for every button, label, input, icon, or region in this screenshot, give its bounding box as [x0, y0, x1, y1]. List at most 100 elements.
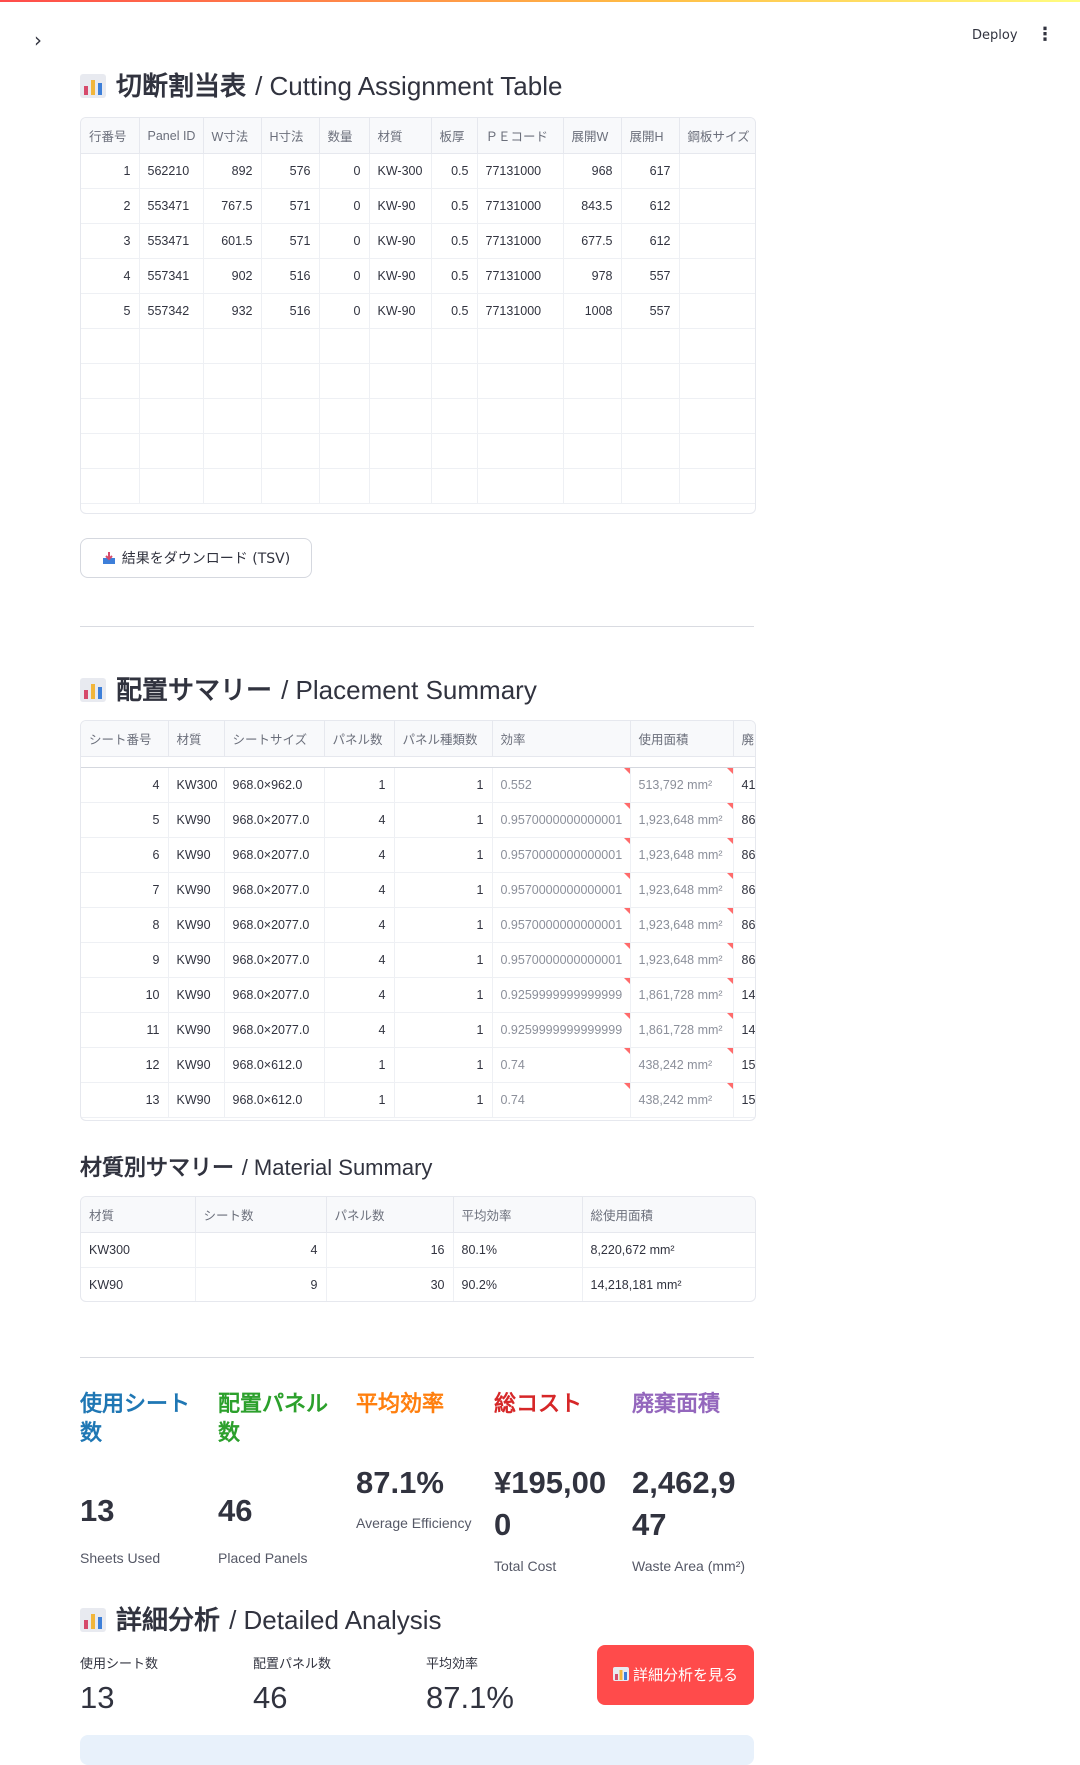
column-header[interactable]: パネル種類数 — [394, 721, 493, 757]
table-cell[interactable]: 0.9259999999999999 — [492, 1012, 631, 1048]
table-cell[interactable] — [431, 433, 478, 469]
table-cell[interactable]: 1,923,648 mm² — [630, 942, 734, 978]
table-cell[interactable]: 86 — [733, 872, 755, 908]
table-cell[interactable] — [261, 433, 320, 469]
table-cell[interactable]: 438,242 mm² — [630, 1082, 734, 1118]
table-cell[interactable] — [679, 433, 755, 469]
table-cell[interactable]: 5 — [81, 293, 140, 329]
table-cell[interactable] — [369, 363, 432, 399]
table-row[interactable]: 6 KW90 968.0×2077.0 4 1 0.9570000000000001 1,9… — [81, 837, 755, 873]
column-header[interactable]: H寸法 — [261, 118, 320, 154]
table-cell[interactable] — [369, 468, 432, 504]
table-cell[interactable]: 4 — [324, 942, 395, 978]
table-cell[interactable] — [261, 363, 320, 399]
table-row[interactable]: 7 KW90 968.0×2077.0 4 1 0.9570000000000001 1,9… — [81, 872, 755, 908]
table-cell[interactable]: 30 — [326, 1267, 454, 1301]
table-cell[interactable]: 571 — [261, 223, 320, 259]
table-cell[interactable] — [139, 433, 204, 469]
table-row[interactable]: 1 562210 892 576 0 KW-300 0.5 77131000 968 617 — [81, 153, 755, 189]
table-cell[interactable]: 968.0×2077.0 — [224, 802, 325, 838]
table-cell[interactable] — [431, 398, 478, 434]
table-cell[interactable] — [431, 468, 478, 504]
table-cell[interactable]: 1 — [394, 837, 493, 873]
table-cell[interactable] — [81, 433, 140, 469]
column-header[interactable]: 平均効率 — [453, 1197, 583, 1233]
table-cell[interactable]: KW90 — [168, 802, 225, 838]
table-cell[interactable]: 1 — [394, 872, 493, 908]
table-cell[interactable]: KW-90 — [369, 188, 432, 224]
deploy-button[interactable]: Deploy — [972, 28, 1018, 43]
table-cell[interactable] — [81, 328, 140, 364]
table-row[interactable]: 9 KW90 968.0×2077.0 4 1 0.9570000000000001 1,9… — [81, 942, 755, 978]
table-cell[interactable]: 1 — [394, 1047, 493, 1083]
table-cell[interactable]: KW-90 — [369, 293, 432, 329]
table-cell[interactable]: 1 — [324, 1082, 395, 1118]
table-cell[interactable]: KW-90 — [369, 258, 432, 294]
table-row[interactable]: 5 557342 932 516 0 KW-90 0.5 77131000 1008 557 — [81, 293, 755, 329]
table-row[interactable]: 11 KW90 968.0×2077.0 4 1 0.9259999999999999 1,… — [81, 1012, 755, 1048]
table-cell[interactable] — [81, 468, 140, 504]
table-cell[interactable]: 8 — [81, 907, 169, 943]
table-cell[interactable]: 968.0×962.0 — [224, 767, 325, 803]
column-header[interactable]: 行番号 — [81, 118, 140, 154]
table-cell[interactable] — [369, 433, 432, 469]
table-cell[interactable]: 557341 — [139, 258, 204, 294]
table-cell[interactable] — [203, 398, 262, 434]
cutting-table[interactable]: 行番号 Panel ID W寸法 H寸法 数量 材質 板厚 ＰＥコード 展開W 展開H 鋼板サイズ … — [80, 117, 756, 514]
table-cell[interactable]: 557 — [621, 293, 680, 329]
column-header[interactable]: シート数 — [195, 1197, 327, 1233]
table-cell[interactable] — [261, 328, 320, 364]
column-header[interactable]: 鋼板サイズ — [679, 118, 755, 154]
table-cell[interactable]: KW90 — [168, 942, 225, 978]
table-cell[interactable]: 9 — [81, 942, 169, 978]
table-cell[interactable]: 0.5 — [431, 188, 478, 224]
table-cell[interactable]: 0.9570000000000001 — [492, 907, 631, 943]
table-cell[interactable]: 6 — [81, 837, 169, 873]
table-cell[interactable] — [369, 398, 432, 434]
table-cell[interactable]: 1 — [81, 153, 140, 189]
column-header[interactable]: 展開H — [621, 118, 680, 154]
table-cell[interactable] — [139, 328, 204, 364]
table-cell[interactable]: 77131000 — [477, 188, 564, 224]
table-cell[interactable]: 4 — [324, 802, 395, 838]
table-cell[interactable] — [261, 468, 320, 504]
table-cell[interactable]: 1,923,648 mm² — [630, 802, 734, 838]
table-cell[interactable]: KW90 — [168, 1047, 225, 1083]
table-cell[interactable]: 612 — [621, 223, 680, 259]
table-cell[interactable] — [621, 328, 680, 364]
table-cell[interactable]: 438,242 mm² — [630, 1047, 734, 1083]
table-cell[interactable] — [621, 468, 680, 504]
column-header[interactable]: シート番号 — [81, 721, 169, 757]
table-row[interactable]: KW90 9 30 90.2% 14,218,181 mm² — [81, 1267, 755, 1301]
table-cell[interactable]: 77131000 — [477, 258, 564, 294]
table-cell[interactable]: 0.74 — [492, 1082, 631, 1118]
table-cell[interactable]: 2 — [81, 188, 140, 224]
table-cell[interactable]: 77131000 — [477, 223, 564, 259]
table-cell[interactable]: 14 — [733, 1012, 755, 1048]
table-cell[interactable] — [81, 363, 140, 399]
table-cell[interactable]: 557342 — [139, 293, 204, 329]
table-cell[interactable]: 1008 — [563, 293, 622, 329]
table-cell[interactable]: 571 — [261, 188, 320, 224]
empty-row[interactable] — [81, 468, 755, 504]
table-cell[interactable]: 968 — [563, 153, 622, 189]
table-cell[interactable] — [477, 433, 564, 469]
table-cell[interactable]: 0 — [319, 223, 370, 259]
table-cell[interactable] — [621, 433, 680, 469]
table-cell[interactable] — [679, 223, 755, 259]
detailed-analysis-button[interactable]: 詳細分析を見る — [597, 1645, 754, 1705]
table-cell[interactable]: 1 — [394, 767, 493, 803]
table-cell[interactable]: 1 — [394, 1012, 493, 1048]
table-cell[interactable]: 3 — [81, 223, 140, 259]
table-cell[interactable]: 553471 — [139, 223, 204, 259]
column-header[interactable]: 使用面積 — [630, 721, 734, 757]
table-row[interactable]: 2 553471 767.5 571 0 KW-90 0.5 77131000 843.5 612 — [81, 188, 755, 224]
table-cell[interactable]: 4 — [324, 977, 395, 1013]
table-cell[interactable] — [563, 328, 622, 364]
table-row[interactable]: 4 KW300 968.0×962.0 1 1 0.552 513,792 mm² 41 — [81, 767, 755, 803]
table-cell[interactable]: 4 — [81, 767, 169, 803]
table-cell[interactable]: 14 — [733, 977, 755, 1013]
table-cell[interactable]: 1,923,648 mm² — [630, 907, 734, 943]
column-header[interactable]: パネル数 — [324, 721, 395, 757]
table-cell[interactable] — [621, 398, 680, 434]
